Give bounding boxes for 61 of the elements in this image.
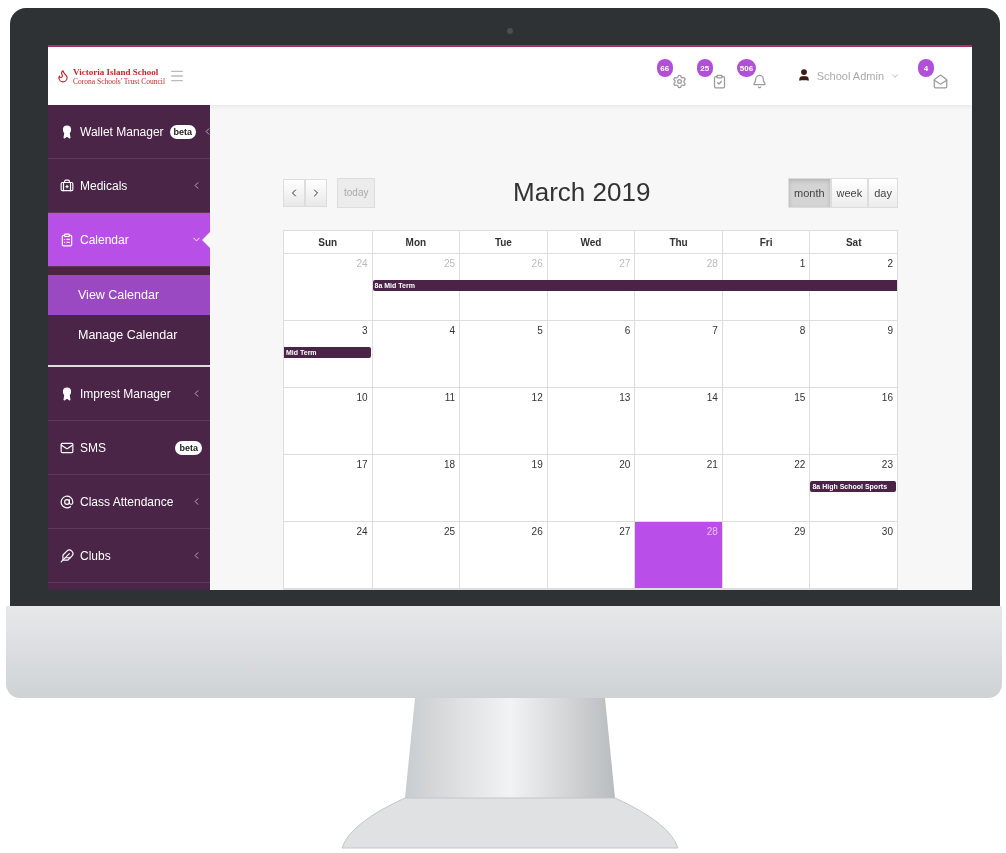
day-number: 4 (449, 325, 456, 337)
submenu-item[interactable]: Manage Calendar (48, 315, 210, 355)
menu-label: Imprest Manager (80, 386, 171, 401)
sidebar-item[interactable]: SMS beta (48, 421, 210, 475)
day-number: 7 (712, 325, 718, 337)
day-number: 25 (444, 526, 456, 538)
count-badge: 4 (918, 59, 934, 77)
submenu-item[interactable]: View Calendar (48, 275, 210, 315)
day-number: 10 (356, 392, 368, 404)
menu-label: Wallet Manager (80, 124, 164, 139)
day-number: 26 (531, 526, 543, 538)
day-number: 28 (706, 258, 718, 270)
day-number: 30 (881, 526, 893, 538)
menu-label: Calendar (80, 232, 129, 247)
day-number: 14 (706, 392, 718, 404)
day-number: 13 (619, 392, 631, 404)
logo-title: Victoria Island School (73, 66, 160, 77)
menu-label: Class Attendance (80, 494, 174, 509)
sidebar-item[interactable]: Imprest Manager (48, 367, 210, 421)
day-number: 9 (887, 325, 893, 337)
count-badge: 25 (696, 59, 713, 77)
day-number: 16 (881, 392, 893, 404)
menu-label: Clubs (80, 548, 111, 563)
menu-label: SMS (80, 440, 106, 455)
day-number: 24 (356, 258, 368, 270)
calendar-title: March 2019 (512, 177, 652, 208)
view-tab[interactable]: day (868, 177, 898, 208)
day-number: 8 (799, 325, 806, 337)
day-number: 11 (444, 392, 456, 404)
day-number: 20 (619, 459, 631, 471)
day-number: 17 (356, 459, 368, 471)
day-number: 5 (537, 325, 543, 337)
count-badge: 66 (656, 59, 673, 77)
day-number: 6 (624, 325, 631, 337)
day-number: 2 (887, 258, 893, 270)
view-tab[interactable]: week (830, 177, 869, 208)
day-number: 19 (531, 459, 543, 471)
day-number: 27 (619, 258, 631, 270)
day-number: 29 (794, 526, 806, 538)
sidebar-item[interactable]: Wallet Manager beta (48, 105, 210, 159)
day-number: 27 (619, 526, 631, 538)
day-number: 3 (362, 325, 368, 337)
day-number: 23 (881, 459, 893, 471)
view-tab[interactable]: month (788, 177, 831, 208)
sidebar-item[interactable]: Class Attendance (48, 475, 210, 529)
day-number: 26 (531, 258, 543, 270)
beta-badge: beta (175, 440, 202, 455)
day-number: 22 (794, 459, 806, 471)
sidebar-item[interactable]: Clubs (48, 529, 210, 583)
beta-badge: beta (169, 124, 197, 139)
day-number: 28 (706, 526, 718, 538)
sidebar-item[interactable]: Calendar (48, 213, 210, 267)
day-number: 1 (799, 258, 806, 270)
menu-label: Medicals (80, 178, 128, 193)
day-number: 15 (794, 392, 806, 404)
day-number: 12 (531, 392, 543, 404)
day-number: 18 (444, 459, 456, 471)
day-number: 21 (706, 459, 718, 471)
day-number: 25 (444, 258, 456, 270)
day-number: 24 (356, 526, 368, 538)
count-badge: 506 (736, 59, 757, 77)
